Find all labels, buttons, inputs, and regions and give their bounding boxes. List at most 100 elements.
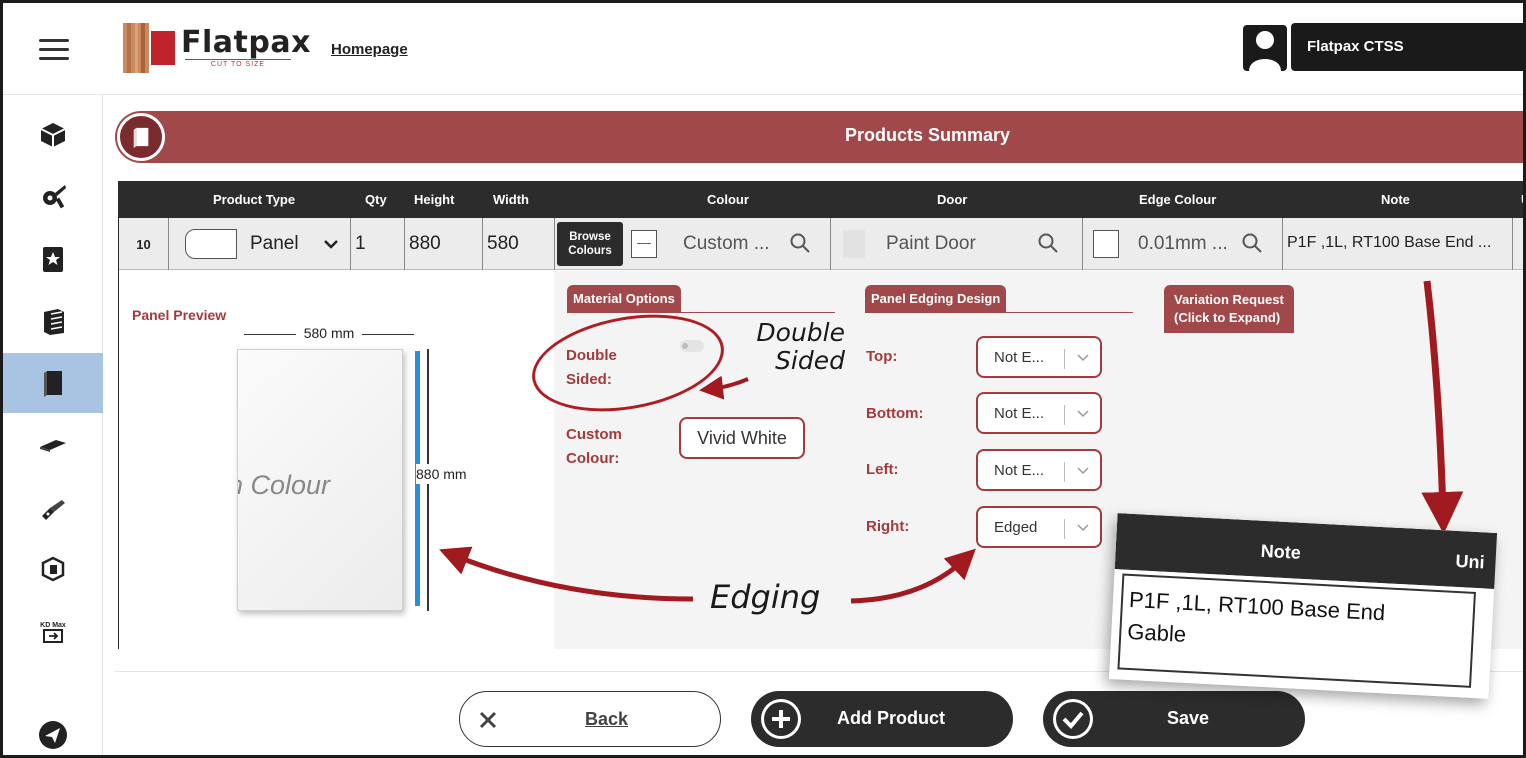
settings-tools-icon	[43, 185, 66, 209]
tab-panel-edging-design[interactable]: Panel Edging Design	[865, 285, 1007, 312]
sidebar-item-hardware[interactable]	[3, 477, 103, 537]
homepage-link[interactable]: Homepage	[331, 41, 408, 58]
logo-text: Flatpax	[181, 25, 311, 60]
annotation-double-sided-line2: Sided	[775, 346, 845, 375]
send-icon	[39, 721, 67, 749]
edge-top-value: Not E...	[994, 349, 1045, 366]
header-width: Width	[493, 192, 529, 207]
search-icon[interactable]	[789, 232, 811, 254]
header-qty: Qty	[365, 192, 387, 207]
sidebar-item-cabinets[interactable]	[3, 291, 103, 351]
save-button[interactable]: Save	[1043, 691, 1305, 747]
edge-colour-swatch	[1093, 230, 1119, 258]
door-value[interactable]: Paint Door	[886, 233, 976, 255]
add-product-label: Add Product	[837, 708, 945, 728]
user-name: Flatpax CTSS	[1291, 23, 1523, 71]
chevron-down-icon	[324, 240, 338, 249]
header-note: Note	[1381, 192, 1410, 207]
width-value: 580	[487, 233, 519, 254]
colour-cell: Browse Colours Custom ...	[555, 218, 831, 270]
row-number: 10	[119, 218, 169, 270]
edge-bottom-label: Bottom:	[866, 405, 924, 422]
plus-icon	[761, 699, 801, 739]
chevron-down-icon	[1077, 524, 1089, 532]
header-unit: U	[1521, 192, 1523, 207]
header-height: Height	[414, 192, 455, 207]
svg-text:KD Max: KD Max	[40, 622, 66, 629]
edge-colour-cell: 0.01mm ...	[1083, 218, 1283, 270]
sidebar-item-favourites[interactable]	[3, 229, 103, 289]
sidebar-item-benchtops[interactable]	[3, 415, 103, 475]
width-input[interactable]: 580	[483, 218, 555, 270]
page-title: Products Summary	[845, 125, 1011, 145]
chevron-down-icon	[1077, 467, 1089, 475]
back-button-label: Back	[585, 709, 629, 729]
bookmark-star-icon	[43, 247, 63, 272]
cabinet-icon	[44, 309, 64, 335]
edge-left-select[interactable]: Not E...	[976, 449, 1102, 491]
table-row: 10 Panel 1 880 580 Browse Colours Custom…	[119, 218, 1523, 270]
product-type-value: Panel	[250, 233, 299, 254]
sidebar-item-products[interactable]	[3, 105, 103, 165]
sidebar-item-submit[interactable]	[3, 705, 103, 755]
panel-preview-title: Panel Preview	[132, 307, 227, 323]
menu-icon[interactable]	[39, 39, 69, 61]
add-product-button[interactable]: Add Product	[751, 691, 1013, 747]
variation-request-label: Variation Request	[1174, 292, 1284, 307]
header-edge-colour: Edge Colour	[1139, 192, 1217, 207]
header-product-type: Product Type	[213, 192, 296, 207]
callout-note-field: P1F ,1L, RT100 Base End Gable	[1117, 573, 1476, 688]
hinge-icon	[42, 500, 65, 520]
search-icon[interactable]	[1037, 232, 1059, 254]
colour-swatch	[631, 230, 657, 258]
annotation-double-sided: Double Sided	[749, 319, 845, 375]
product-type-select[interactable]: Panel	[169, 218, 351, 270]
app-window: Flatpax CUT TO SIZE Homepage Flatpax CTS…	[0, 0, 1526, 758]
edge-left-label: Left:	[866, 461, 899, 478]
note-value: P1F ,1L, RT100 Base End ...	[1287, 234, 1492, 251]
width-dimension-label: 580 mm	[244, 325, 414, 341]
save-label: Save	[1167, 708, 1210, 728]
avatar[interactable]	[1243, 25, 1287, 71]
edge-bottom-value: Not E...	[994, 405, 1045, 422]
check-icon	[1053, 699, 1093, 739]
kd-max-icon: KD Max	[40, 622, 66, 643]
note-input[interactable]: P1F ,1L, RT100 Base End ...	[1283, 218, 1513, 270]
door-swatch	[843, 230, 865, 258]
browse-colours-button[interactable]: Browse Colours	[557, 222, 623, 266]
edge-colour-value[interactable]: 0.01mm ...	[1138, 233, 1228, 255]
colour-value[interactable]: Custom ...	[683, 233, 770, 255]
custom-colour-field[interactable]: Vivid White	[679, 417, 805, 459]
edge-right-select[interactable]: Edged	[976, 506, 1102, 548]
box-icon	[40, 123, 66, 147]
edge-right-label: Right:	[866, 518, 910, 535]
back-button[interactable]: Back	[459, 691, 721, 747]
header-door: Door	[937, 192, 968, 207]
height-input[interactable]: 880	[405, 218, 483, 270]
search-icon[interactable]	[1241, 232, 1263, 254]
3d-box-icon	[41, 556, 65, 582]
callout-note-header: Note	[1260, 540, 1302, 563]
callout-unit-header: Uni	[1455, 550, 1486, 573]
tab-variation-request[interactable]: Variation Request (Click to Expand)	[1164, 285, 1294, 333]
note-zoom-callout: Note Uni P1F ,1L, RT100 Base End Gable	[1108, 513, 1498, 699]
custom-colour-label: Custom Colour:	[566, 426, 622, 467]
qty-input[interactable]: 1	[351, 218, 405, 270]
edge-top-label: Top:	[866, 348, 898, 365]
height-value: 880	[409, 233, 441, 254]
annotation-edging: Edging	[710, 578, 821, 616]
logo-icon	[123, 23, 175, 73]
sidebar-item-panels[interactable]	[3, 353, 103, 413]
sidebar-item-kd-max[interactable]: KD Max	[3, 601, 103, 661]
close-icon	[479, 711, 497, 729]
edge-bottom-select[interactable]: Not E...	[976, 392, 1102, 434]
tab-material-options[interactable]: Material Options	[567, 285, 681, 312]
user-menu[interactable]: Flatpax CTSS	[1243, 23, 1523, 71]
edge-top-select[interactable]: Not E...	[976, 336, 1102, 378]
header-colour: Colour	[707, 192, 749, 207]
sidebar-item-3d-view[interactable]	[3, 539, 103, 599]
panel-icon	[117, 113, 165, 161]
top-bar: Flatpax CUT TO SIZE Homepage Flatpax CTS…	[3, 3, 1523, 95]
chevron-down-icon	[1077, 354, 1089, 362]
sidebar-item-tools[interactable]	[3, 167, 103, 227]
